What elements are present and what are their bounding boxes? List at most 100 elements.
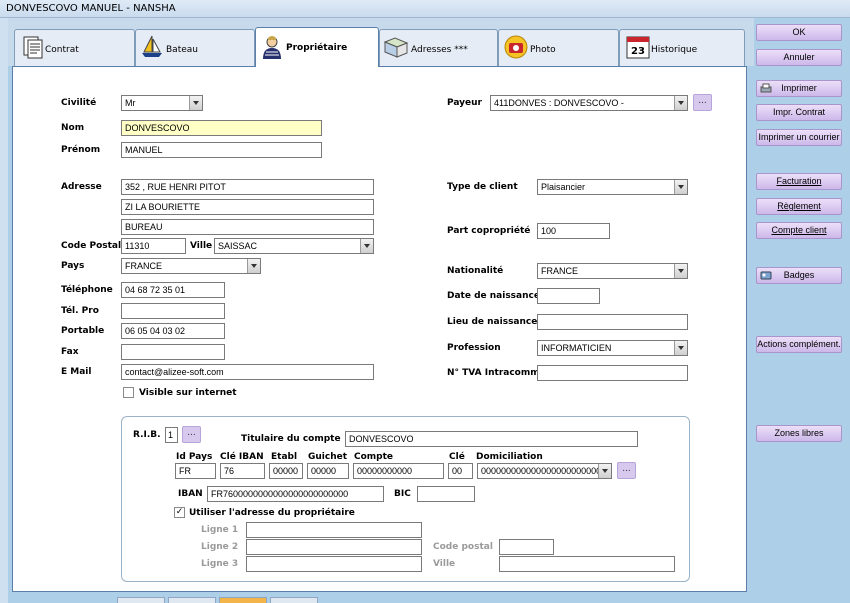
annuler-button[interactable]: Annuler bbox=[756, 49, 842, 66]
ok-button[interactable]: OK bbox=[756, 24, 842, 41]
guichet-field[interactable]: 00000 bbox=[307, 463, 349, 479]
zones-libres-button[interactable]: Zones libres bbox=[756, 425, 842, 442]
chevron-down-icon[interactable] bbox=[598, 464, 611, 478]
imprimer-courrier-button[interactable]: Imprimer un courrier bbox=[756, 129, 842, 146]
profession-value: INFORMATICIEN bbox=[541, 343, 612, 353]
bottom-tab[interactable] bbox=[270, 597, 318, 603]
payeur-select[interactable]: 411DONVES : DONVESCOVO - bbox=[490, 95, 688, 111]
code-postal-field[interactable]: 11310 bbox=[121, 238, 186, 254]
reglement-button[interactable]: Règlement bbox=[756, 198, 842, 215]
code-postal-label: Code Postal bbox=[61, 241, 122, 251]
bottom-tab[interactable] bbox=[117, 597, 165, 603]
domiciliation-select[interactable]: 000000000000000000000000000 bbox=[477, 463, 612, 479]
rib-code-postal-field[interactable] bbox=[499, 539, 554, 555]
portable-field[interactable]: 06 05 04 03 02 bbox=[121, 323, 225, 339]
id-pays-field[interactable]: FR bbox=[175, 463, 216, 479]
nationalite-select[interactable]: FRANCE bbox=[537, 263, 688, 279]
actions-complement-button[interactable]: Actions complément. bbox=[756, 336, 842, 353]
iban-field[interactable]: FR7600000000000000000000000 bbox=[207, 486, 384, 502]
chevron-down-icon[interactable] bbox=[189, 96, 202, 110]
tab-bateau[interactable]: Bateau bbox=[135, 29, 255, 66]
fax-field[interactable] bbox=[121, 344, 225, 360]
tab-contrat[interactable]: Contrat bbox=[14, 29, 135, 66]
type-client-select[interactable]: Plaisancier bbox=[537, 179, 688, 195]
badges-button[interactable]: Badges bbox=[756, 267, 842, 284]
portable-label: Portable bbox=[61, 326, 105, 336]
civilite-select[interactable]: Mr bbox=[121, 95, 203, 111]
email-field[interactable]: contact@alizee-soft.com bbox=[121, 364, 374, 380]
map-icon bbox=[383, 37, 409, 58]
chevron-down-icon[interactable] bbox=[674, 341, 687, 355]
imprimer-button[interactable]: Imprimer bbox=[756, 80, 842, 97]
bic-field[interactable] bbox=[417, 486, 475, 502]
person-icon bbox=[263, 36, 281, 59]
rib-number-field[interactable]: 1 bbox=[165, 427, 178, 443]
rib-ville-field[interactable] bbox=[499, 556, 675, 572]
domiciliation-browse-button[interactable]: ... bbox=[617, 462, 636, 479]
chevron-down-icon[interactable] bbox=[360, 239, 373, 253]
tab-proprietaire[interactable]: Propriétaire bbox=[255, 27, 379, 67]
cle-iban-field[interactable]: 76 bbox=[220, 463, 265, 479]
date-naissance-field[interactable] bbox=[537, 288, 600, 304]
chevron-down-icon[interactable] bbox=[674, 264, 687, 278]
nom-label: Nom bbox=[61, 123, 85, 133]
pays-select[interactable]: FRANCE bbox=[121, 258, 261, 274]
bottom-tab[interactable] bbox=[219, 597, 267, 603]
adresse-line1-field[interactable]: 352 , RUE HENRI PITOT bbox=[121, 179, 374, 195]
tva-label: N° TVA Intracomm bbox=[447, 368, 540, 378]
visible-checkbox[interactable] bbox=[123, 387, 134, 398]
rib-label: R.I.B. bbox=[133, 430, 161, 440]
ligne1-label: Ligne 1 bbox=[201, 525, 239, 535]
telephone-field[interactable]: 04 68 72 35 01 bbox=[121, 282, 225, 298]
nationalite-value: FRANCE bbox=[541, 266, 579, 276]
prenom-field[interactable]: MANUEL bbox=[121, 142, 322, 158]
tab-historique[interactable]: 23 Historique bbox=[619, 29, 745, 66]
tva-field[interactable] bbox=[537, 365, 688, 381]
compte-client-button[interactable]: Compte client bbox=[756, 222, 842, 239]
bottom-tab[interactable] bbox=[168, 597, 216, 603]
chevron-down-icon[interactable] bbox=[674, 180, 687, 194]
rib-browse-button[interactable]: ... bbox=[182, 426, 201, 443]
tab-label: Historique bbox=[651, 45, 698, 55]
pays-value: FRANCE bbox=[125, 261, 163, 271]
ligne2-label: Ligne 2 bbox=[201, 542, 239, 552]
lieu-naissance-field[interactable] bbox=[537, 314, 688, 330]
ville-select[interactable]: SAISSAC bbox=[214, 238, 374, 254]
calendar-icon: 23 bbox=[626, 36, 650, 59]
ligne3-field[interactable] bbox=[246, 556, 422, 572]
rib-ville-label: Ville bbox=[433, 559, 456, 569]
tab-label: Bateau bbox=[166, 45, 198, 55]
payeur-label: Payeur bbox=[447, 98, 482, 108]
etabl-field[interactable]: 00000 bbox=[269, 463, 303, 479]
adresse-line3-field[interactable]: BUREAU bbox=[121, 219, 374, 235]
iban-label: IBAN bbox=[178, 489, 203, 499]
titulaire-field[interactable]: DONVESCOVO bbox=[345, 431, 638, 447]
ligne2-field[interactable] bbox=[246, 539, 422, 555]
window-title: DONVESCOVO MANUEL - NANSHA bbox=[6, 3, 176, 14]
payeur-browse-button[interactable]: ... bbox=[693, 94, 712, 111]
compte-field[interactable]: 00000000000 bbox=[353, 463, 444, 479]
left-band bbox=[0, 18, 8, 603]
use-owner-address-checkbox[interactable]: ✓ bbox=[174, 507, 185, 518]
tel-pro-field[interactable] bbox=[121, 303, 225, 319]
etabl-header: Etabl bbox=[271, 452, 298, 462]
impr-contrat-button[interactable]: Impr. Contrat bbox=[756, 104, 842, 121]
ligne1-field[interactable] bbox=[246, 522, 422, 538]
facturation-button[interactable]: Facturation bbox=[756, 173, 842, 190]
chevron-down-icon[interactable] bbox=[674, 96, 687, 110]
profession-select[interactable]: INFORMATICIEN bbox=[537, 340, 688, 356]
part-copro-field[interactable]: 100 bbox=[537, 223, 610, 239]
chevron-down-icon[interactable] bbox=[247, 259, 260, 273]
cle-header: Clé bbox=[449, 452, 465, 462]
type-client-value: Plaisancier bbox=[541, 182, 586, 192]
domiciliation-value: 000000000000000000000000000 bbox=[481, 466, 612, 476]
cle-field[interactable]: 00 bbox=[448, 463, 473, 479]
tab-adresses[interactable]: Adresses *** bbox=[379, 29, 498, 66]
tab-label: Photo bbox=[530, 45, 556, 55]
titulaire-label: Titulaire du compte bbox=[241, 434, 341, 444]
use-owner-address-label: Utiliser l'adresse du propriétaire bbox=[189, 508, 355, 518]
payeur-value: 411DONVES : DONVESCOVO - bbox=[494, 98, 624, 108]
adresse-line2-field[interactable]: ZI LA BOURIETTE bbox=[121, 199, 374, 215]
nom-field[interactable]: DONVESCOVO bbox=[121, 120, 322, 136]
tab-photo[interactable]: Photo bbox=[498, 29, 619, 66]
